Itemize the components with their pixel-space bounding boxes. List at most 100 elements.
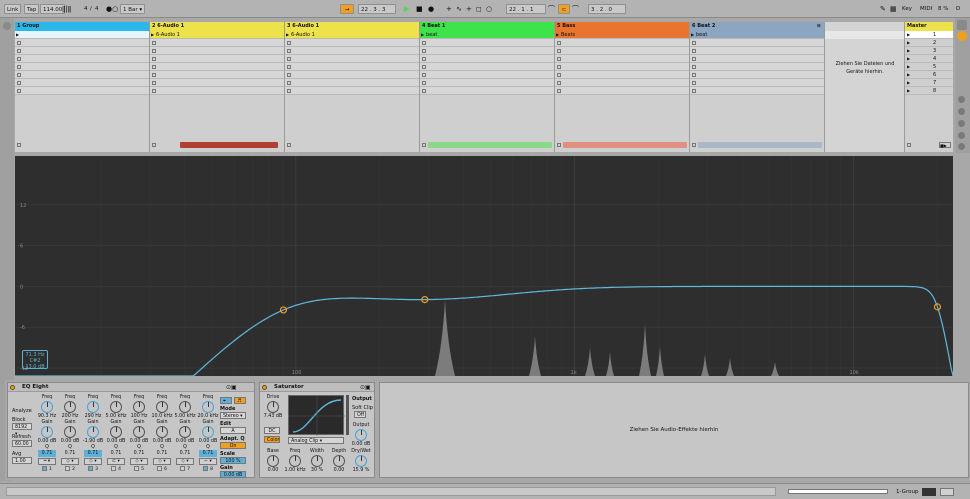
clip-slot[interactable] (150, 63, 284, 71)
clip[interactable]: 6-Audio 1 (285, 31, 419, 39)
base-control[interactable]: Base 0.00 (262, 449, 284, 474)
master-track[interactable]: Master ▶ 1 ▶ 2 ▶ 3 ▶ 4 ▶ 5 ▶ 6 ▶ 7 ▶ 8 ■▶ (905, 22, 953, 152)
band-filter-type-select[interactable]: ◇ ▾ (84, 458, 102, 465)
band-freq-knob[interactable] (202, 401, 214, 413)
io-toggle-icon[interactable] (958, 96, 965, 103)
clip-slot[interactable] (555, 87, 689, 95)
clip-slot[interactable] (150, 87, 284, 95)
eq-band-4[interactable]: Freq 5.00 kHz Gain 0.00 dB Q 0.71 ⊏ ▾ 4 (105, 395, 127, 473)
audio-effect-drop-area[interactable]: Ziehen Sie Audio-Effekte hierhin (379, 382, 969, 478)
track-fold-icon[interactable]: ⊙ (817, 22, 821, 31)
band-toggle[interactable]: 4 (105, 466, 127, 473)
eq-band-7[interactable]: Freq 5.00 kHz Gain 0.00 dB Q 0.71 ◇ ▾ 7 (174, 395, 196, 473)
clip-slot[interactable] (150, 47, 284, 55)
clip-slot[interactable] (285, 71, 419, 79)
band-q-value[interactable]: 0.71 (105, 450, 127, 457)
scene-5[interactable]: ▶ 5 (905, 63, 953, 71)
detail-view-toggle-icon[interactable] (940, 488, 954, 496)
track-header[interactable]: 3 6-Audio 1 (285, 22, 419, 31)
master-stop-icon[interactable]: ■▶ (939, 142, 951, 148)
band-filter-type-select[interactable]: ⊏ ▾ (107, 458, 125, 465)
track-5[interactable]: 5 Bass Beats (555, 22, 690, 152)
clip-slot[interactable] (690, 79, 824, 87)
band-filter-type-select[interactable]: ◇ ▾ (153, 458, 171, 465)
band-freq-knob[interactable] (179, 401, 191, 413)
draw-mode-icon[interactable]: ✎ (880, 4, 886, 14)
band-select-a[interactable]: ⌖ (220, 397, 232, 404)
returns-toggle-icon[interactable] (958, 120, 965, 127)
clip-slot[interactable] (15, 63, 149, 71)
band-q-value[interactable]: 0.71 (59, 450, 81, 457)
clip-slot[interactable] (150, 71, 284, 79)
scene-1[interactable]: ▶ 1 (905, 31, 953, 39)
view-toggle-icon[interactable] (957, 20, 967, 30)
band-gain-knob[interactable] (64, 426, 76, 438)
loop-start-field[interactable]: 22 . 1 . 1 (506, 4, 546, 14)
clip-slot[interactable] (690, 55, 824, 63)
saturator-device[interactable]: Saturator ⊙▣ Drive 7.43 dB DC Color Anal… (259, 382, 375, 478)
stop-clips-button[interactable] (17, 143, 21, 147)
edit-button[interactable]: A (220, 427, 246, 434)
clip-slot[interactable] (420, 55, 554, 63)
punch-in-icon[interactable]: ⌒ (548, 4, 555, 14)
clip-slot[interactable] (420, 87, 554, 95)
clip-slot[interactable] (555, 63, 689, 71)
clip-slot[interactable] (555, 47, 689, 55)
automation-arm-icon[interactable]: ∿ (456, 4, 462, 14)
track-header[interactable]: 4 Beat 1 (420, 22, 554, 31)
clip-slot[interactable] (555, 71, 689, 79)
record-icon[interactable]: ● (428, 4, 434, 14)
width-knob[interactable] (311, 455, 323, 467)
band-toggle[interactable]: 6 (151, 466, 173, 473)
clip-slot[interactable] (555, 39, 689, 47)
band-on-icon[interactable] (88, 466, 94, 471)
loop-length-field[interactable]: 3 . 2 . 0 (588, 4, 626, 14)
track-4[interactable]: 4 Beat 1 beat (420, 22, 555, 152)
stop-clips-button[interactable] (152, 143, 156, 147)
track-2[interactable]: 2 6-Audio 1 6-Audio 1 (150, 22, 285, 152)
session-drop-area[interactable]: Ziehen Sie Dateien und Geräte hierhin. (825, 22, 905, 152)
drive-knob[interactable] (267, 401, 279, 413)
band-freq-knob[interactable] (64, 401, 76, 413)
scene-7[interactable]: ▶ 7 (905, 79, 953, 87)
play-icon[interactable]: ▶ (404, 4, 409, 14)
quantization-select[interactable]: 1 Bar ▾ (120, 4, 146, 14)
clip-slot[interactable] (690, 47, 824, 55)
tap-button[interactable]: Tap (24, 4, 40, 14)
time-signature-denominator[interactable]: 4 (95, 4, 99, 14)
band-freq-knob[interactable] (87, 401, 99, 413)
band-freq-knob[interactable] (156, 401, 168, 413)
loop-switch-icon[interactable]: ⊂ (558, 4, 570, 14)
clip-slot[interactable] (15, 71, 149, 79)
track-header[interactable]: 1 Group (15, 22, 149, 31)
sends-toggle-icon[interactable] (958, 108, 965, 115)
clip-slot[interactable] (285, 55, 419, 63)
eq-band-2[interactable]: Freq 200 Hz Gain 0.00 dB Q 0.71 ◇ ▾ 2 (59, 395, 81, 473)
clip-slot[interactable] (420, 47, 554, 55)
stop-clips-button[interactable] (287, 143, 291, 147)
mixer-toggle-icon[interactable] (958, 132, 965, 139)
band-toggle[interactable]: 5 (128, 466, 150, 473)
browser-toggle-icon[interactable] (3, 22, 11, 30)
keyboard-icon[interactable]: ▦ (890, 4, 897, 14)
clip[interactable]: beat (690, 31, 824, 39)
clip-slot[interactable] (555, 79, 689, 87)
track-1[interactable]: 1 Group (15, 22, 150, 152)
eq-band-3[interactable]: Freq 290 Hz Gain -1.90 dB Q 0.71 ◇ ▾ 3 (82, 395, 104, 473)
clip-slot[interactable] (15, 79, 149, 87)
overdub-icon[interactable]: + (446, 4, 452, 14)
band-toggle[interactable]: 3 (82, 466, 104, 473)
scene-2[interactable]: ▶ 2 (905, 39, 953, 47)
band-on-icon[interactable] (65, 466, 71, 471)
eq-band-8[interactable]: Freq 20.0 kHz Gain 0.00 dB Q 0.71 ⌐ ▾ 8 (197, 395, 219, 473)
band-filter-type-select[interactable]: ⌐ ▾ (199, 458, 217, 465)
freq-control[interactable]: Freq 1.00 kHz (284, 449, 306, 474)
drywet-control[interactable]: Dry/Wet 15.9 % (350, 449, 372, 474)
band-freq-knob[interactable] (110, 401, 122, 413)
clip-slot[interactable] (150, 55, 284, 63)
clip[interactable]: Beats (555, 31, 689, 39)
key-map-button[interactable]: Key (902, 4, 912, 14)
drywet-knob[interactable] (355, 455, 367, 467)
clip-slot[interactable] (285, 63, 419, 71)
band-q-value[interactable]: 0.71 (84, 450, 102, 457)
